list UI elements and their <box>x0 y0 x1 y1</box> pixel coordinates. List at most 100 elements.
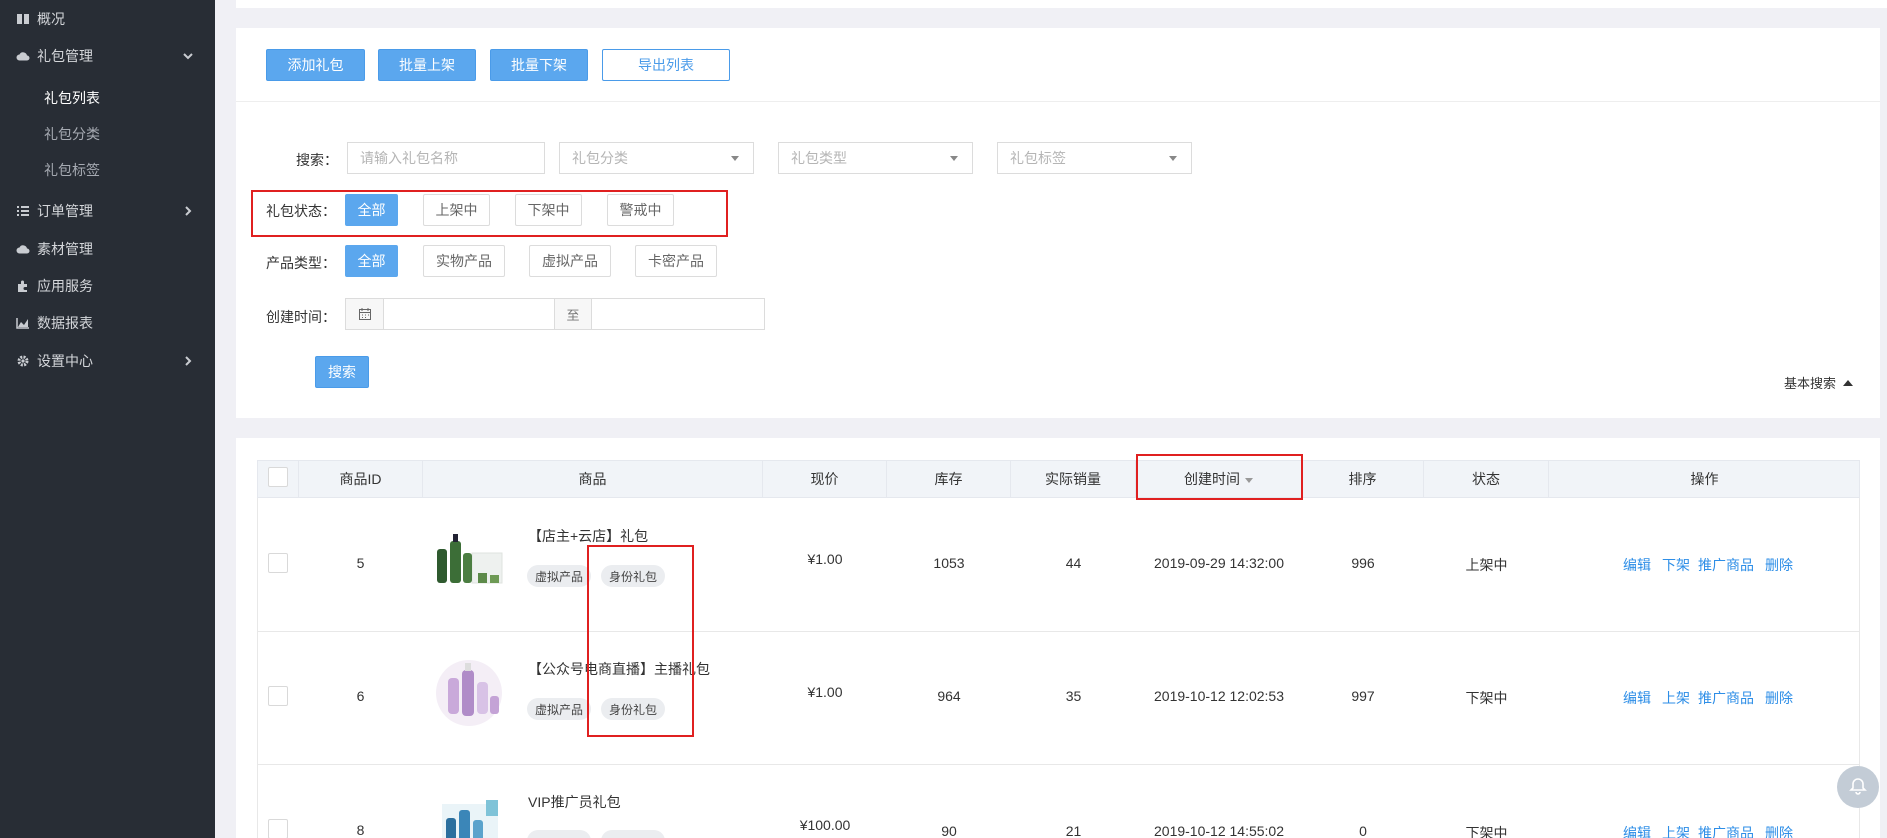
promote-product-link[interactable]: 推广商品 <box>1698 688 1754 708</box>
product-tag: 身份礼包 <box>601 698 665 720</box>
chevron-right-icon <box>181 204 195 218</box>
sidebar-subitem-gift-category[interactable]: 礼包分类 <box>44 124 100 144</box>
cell-sales: 21 <box>1065 823 1082 838</box>
gift-status-label: 礼包状态： <box>266 203 336 219</box>
start-date-input[interactable] <box>384 299 554 329</box>
status-option-on-shelf[interactable]: 上架中 <box>423 194 490 226</box>
table-panel <box>236 438 1880 838</box>
product-option-all[interactable]: 全部 <box>345 245 398 277</box>
off-shelf-link[interactable]: 下架 <box>1662 555 1690 575</box>
column-header-product: 商品 <box>423 460 763 498</box>
sidebar: 概况 礼包管理 礼包列表 礼包分类 礼包标签 订单管理 素材管理 应用服务 数据… <box>0 0 215 838</box>
date-range-separator: 至 <box>554 299 592 329</box>
column-header-created-time[interactable]: 创建时间 <box>1136 460 1302 498</box>
gear-icon <box>16 354 30 368</box>
caret-up-icon <box>1843 379 1854 386</box>
basic-search-toggle[interactable]: 基本搜索 <box>1784 373 1854 392</box>
product-option-physical[interactable]: 实物产品 <box>423 245 505 277</box>
gift-tag-select[interactable]: 礼包标签 <box>997 142 1192 174</box>
product-name[interactable]: 【店主+云店】礼包 <box>528 526 648 546</box>
calendar-icon[interactable] <box>346 299 384 329</box>
caret-down-icon <box>950 156 958 161</box>
sidebar-item-label: 概况 <box>37 11 65 27</box>
edit-link[interactable]: 编辑 <box>1623 823 1651 838</box>
product-tag: 身份礼包 <box>601 565 665 587</box>
cell-sales: 44 <box>1065 555 1082 571</box>
sidebar-item-label: 数据报表 <box>37 315 93 331</box>
end-date-input[interactable] <box>592 299 764 329</box>
cell-id: 6 <box>356 688 365 704</box>
notification-bell-button[interactable] <box>1837 766 1879 808</box>
top-strip <box>236 0 1887 8</box>
product-tag <box>601 830 665 838</box>
sidebar-item-reports[interactable]: 数据报表 <box>0 307 215 339</box>
date-range-picker[interactable]: 至 <box>345 298 765 330</box>
search-button[interactable]: 搜索 <box>315 356 369 388</box>
cell-created-time: 2019-10-12 12:02:53 <box>1154 688 1284 704</box>
column-header-created-time-label: 创建时间 <box>1184 471 1240 487</box>
caret-down-icon <box>731 156 739 161</box>
delete-link[interactable]: 删除 <box>1765 823 1793 838</box>
product-name[interactable]: 【公众号电商直播】主播礼包 <box>528 659 710 679</box>
list-icon <box>16 204 30 218</box>
export-list-button[interactable]: 导出列表 <box>602 49 730 81</box>
cell-price: ¥1.00 <box>807 684 843 700</box>
row-checkbox[interactable] <box>268 819 288 838</box>
column-header-id: 商品ID <box>298 460 423 498</box>
edit-link[interactable]: 编辑 <box>1623 688 1651 708</box>
caret-down-icon <box>1169 156 1177 161</box>
batch-on-shelf-button[interactable]: 批量上架 <box>378 49 476 81</box>
sidebar-subitem-gift-tag[interactable]: 礼包标签 <box>44 160 100 180</box>
cell-stock: 90 <box>941 823 957 838</box>
sidebar-subitem-gift-list[interactable]: 礼包列表 <box>44 88 100 108</box>
cell-sort: 997 <box>1351 688 1375 704</box>
product-thumbnail[interactable] <box>432 656 506 730</box>
chevron-right-icon <box>181 354 195 368</box>
bell-icon <box>1848 776 1868 799</box>
search-input[interactable]: 请输入礼包名称 <box>347 142 545 174</box>
row-checkbox[interactable] <box>268 686 288 706</box>
status-option-warning[interactable]: 警戒中 <box>607 194 674 226</box>
sort-desc-icon <box>1245 478 1253 483</box>
add-gift-button[interactable]: 添加礼包 <box>266 49 365 81</box>
product-thumbnail[interactable] <box>432 792 506 838</box>
status-option-off-shelf[interactable]: 下架中 <box>515 194 582 226</box>
batch-off-shelf-button[interactable]: 批量下架 <box>490 49 588 81</box>
gift-tag-select-value: 礼包标签 <box>1010 150 1066 166</box>
product-name[interactable]: VIP推广员礼包 <box>528 792 621 812</box>
sidebar-item-label: 素材管理 <box>37 241 93 257</box>
delete-link[interactable]: 删除 <box>1765 555 1793 575</box>
sidebar-item-label: 礼包管理 <box>37 48 93 64</box>
status-option-all[interactable]: 全部 <box>345 194 398 226</box>
product-tag: 虚拟产品 <box>527 565 591 587</box>
cell-price: ¥1.00 <box>807 551 843 567</box>
cell-id: 8 <box>356 822 365 838</box>
sidebar-item-app-services[interactable]: 应用服务 <box>0 270 215 302</box>
cell-stock: 1053 <box>933 555 965 571</box>
row-divider <box>257 631 1860 632</box>
on-shelf-link[interactable]: 上架 <box>1662 823 1690 838</box>
sidebar-item-settings[interactable]: 设置中心 <box>0 345 215 377</box>
select-all-checkbox[interactable] <box>268 467 288 487</box>
promote-product-link[interactable]: 推广商品 <box>1698 823 1754 838</box>
gift-type-select[interactable]: 礼包类型 <box>778 142 973 174</box>
product-tag <box>527 830 591 838</box>
sidebar-item-orders[interactable]: 订单管理 <box>0 195 215 227</box>
row-checkbox[interactable] <box>268 553 288 573</box>
sidebar-item-gift-management[interactable]: 礼包管理 <box>0 40 215 72</box>
product-option-virtual[interactable]: 虚拟产品 <box>529 245 611 277</box>
product-option-card[interactable]: 卡密产品 <box>635 245 717 277</box>
cell-created-time: 2019-09-29 14:32:00 <box>1154 555 1284 571</box>
sidebar-item-overview[interactable]: 概况 <box>0 3 215 35</box>
sidebar-item-materials[interactable]: 素材管理 <box>0 233 215 265</box>
cell-status: 上架中 <box>1465 557 1508 573</box>
edit-link[interactable]: 编辑 <box>1623 555 1651 575</box>
product-thumbnail[interactable] <box>432 525 506 599</box>
promote-product-link[interactable]: 推广商品 <box>1698 555 1754 575</box>
on-shelf-link[interactable]: 上架 <box>1662 688 1690 708</box>
basic-search-label: 基本搜索 <box>1784 376 1837 391</box>
cell-sort: 996 <box>1351 555 1375 571</box>
gift-category-select[interactable]: 礼包分类 <box>559 142 754 174</box>
delete-link[interactable]: 删除 <box>1765 688 1793 708</box>
column-header-status: 状态 <box>1424 460 1549 498</box>
